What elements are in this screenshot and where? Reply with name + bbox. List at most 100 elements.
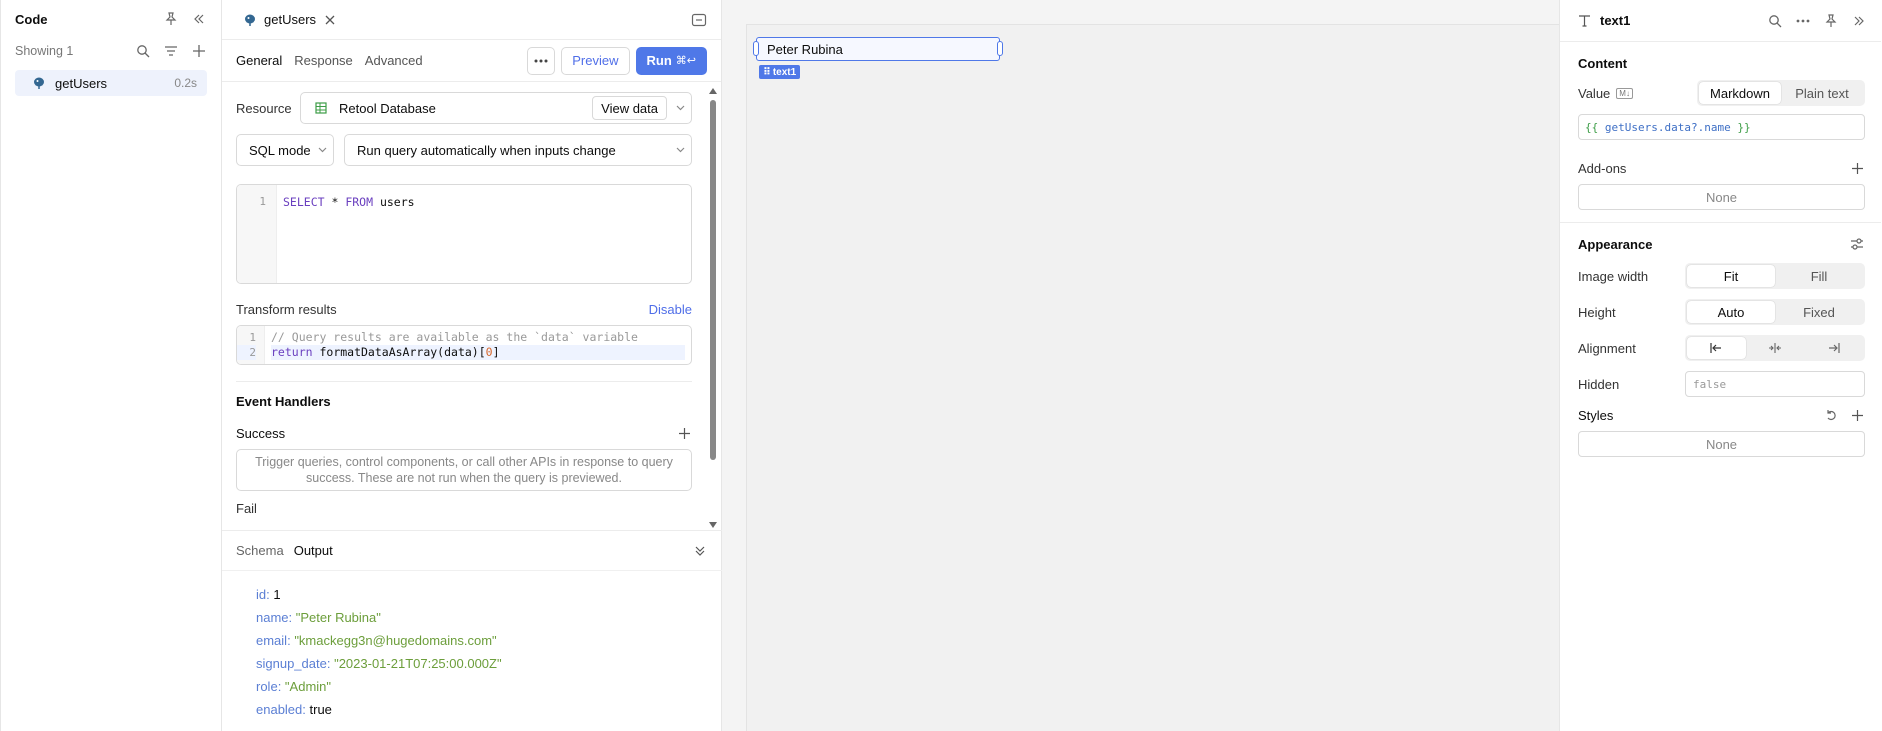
query-tab[interactable]: getUsers [236,8,344,32]
align-center-icon[interactable] [1746,337,1805,359]
component-tag[interactable]: ⠿ text1 [759,65,801,79]
more-icon[interactable] [1795,13,1811,29]
resize-handle-left[interactable] [753,41,759,56]
canvas-frame: Peter Rubina ⠿ text1 [746,24,1559,731]
tab-response[interactable]: Response [294,53,353,68]
alignment-row: Alignment [1578,335,1865,361]
alignment-label: Alignment [1578,340,1636,356]
settings-sliders-icon[interactable] [1849,236,1865,252]
add-addon-icon[interactable] [1849,160,1865,176]
table-icon [313,100,329,116]
transform-gutter: 1 2 [237,326,265,364]
scroll-down-icon[interactable] [709,522,717,528]
chevron-down-icon [317,145,327,155]
transform-editor[interactable]: 1 2 // Query results are available as th… [236,325,692,365]
minimize-icon[interactable] [691,12,707,28]
sql-editor[interactable]: 1 SELECT * FROM users [236,184,692,284]
run-button[interactable]: Run ⌘↩ [635,46,707,75]
output-value: "kmackegg3n@hugedomains.com" [294,633,497,648]
preview-button[interactable]: Preview [561,46,630,75]
scroll-up-icon[interactable] [709,88,717,94]
resource-value: Retool Database [339,100,436,116]
inspector-component-name[interactable]: text1 [1600,13,1630,28]
code-panel: Code Showing 1 getUsers 0.2s [0,0,222,731]
editor-scrollbar[interactable] [709,88,717,528]
query-tab-label: getUsers [264,12,317,27]
align-left-icon[interactable] [1687,337,1746,359]
tab-advanced[interactable]: Advanced [365,53,423,68]
value-close: }} [1730,120,1751,134]
height-label: Height [1578,304,1616,320]
query-time: 0.2s [174,76,197,90]
resource-select[interactable]: Retool Database View data [300,92,692,124]
query-list-item[interactable]: getUsers 0.2s [15,70,207,96]
more-button[interactable] [527,46,556,75]
sql-gutter: 1 [237,185,277,283]
add-icon[interactable] [191,43,207,59]
component-tag-label: text1 [772,66,797,78]
code-panel-header: Code [15,0,207,38]
search-icon[interactable] [135,43,151,59]
mode-row: SQL mode Run query automatically when in… [236,134,692,166]
collapse-left-icon[interactable] [191,11,207,27]
markdown-option[interactable]: Markdown [1699,82,1781,104]
code-panel-title: Code [15,11,48,27]
transform-comment: // Query results are available as the `d… [271,330,638,344]
plaintext-option[interactable]: Plain text [1781,82,1863,104]
addons-row: Add-ons [1578,160,1865,176]
view-data-button[interactable]: View data [592,96,667,120]
appearance-title: Appearance [1578,236,1653,252]
reset-icon[interactable] [1823,407,1839,423]
resize-handle-right[interactable] [997,41,1003,56]
inspector-panel: text1 Content Value M↓ Markdown Plain te… [1560,0,1881,731]
sql-mode-select[interactable]: SQL mode [236,134,334,166]
output-row-name: name: "Peter Rubina" [256,610,381,625]
tab-general[interactable]: General [236,53,282,68]
hidden-input[interactable]: false [1685,371,1865,397]
chevron-down-icon [675,145,685,155]
editor-body: Resource Retool Database View data SQL m… [222,82,722,530]
fill-option[interactable]: Fill [1775,265,1863,287]
query-editor: getUsers General Response Advanced Previ… [222,0,722,731]
collapse-down-icon[interactable] [692,543,708,559]
app-canvas[interactable]: Peter Rubina ⠿ text1 [722,0,1560,731]
output-value: "Admin" [284,679,331,694]
transform-return: return [271,345,313,359]
fit-option[interactable]: Fit [1687,265,1775,287]
disable-transform-link[interactable]: Disable [649,302,692,317]
close-icon[interactable] [322,12,338,28]
hidden-row: Hidden false [1578,371,1865,397]
filter-icon[interactable] [163,43,179,59]
markdown-badge-icon: M↓ [1616,87,1633,99]
height-toggle: Auto Fixed [1685,299,1865,325]
text-component[interactable]: Peter Rubina [753,37,1003,61]
output-row-id: id: 1 [256,587,281,602]
transform-line-1: 1 [249,331,256,344]
output-value: "Peter Rubina" [295,610,381,625]
output-key: email [256,633,288,648]
trigger-select[interactable]: Run query automatically when inputs chan… [344,134,692,166]
styles-none[interactable]: None [1578,431,1865,457]
content-title: Content [1578,55,1628,71]
pin-icon[interactable] [1823,13,1839,29]
sql-mode-value: SQL mode [249,142,311,158]
addons-none[interactable]: None [1578,184,1865,210]
failure-label: Fail [236,501,257,516]
pin-icon[interactable] [163,11,179,27]
tab-schema[interactable]: Schema [236,543,284,558]
align-right-icon[interactable] [1804,337,1863,359]
add-style-icon[interactable] [1849,407,1865,423]
value-input[interactable]: {{ getUsers.data?.name }} [1578,114,1865,140]
success-handler-box[interactable]: Trigger queries, control components, or … [236,449,692,491]
search-icon[interactable] [1767,13,1783,29]
inspector-header: text1 [1560,0,1881,42]
tab-output[interactable]: Output [294,543,333,558]
auto-option[interactable]: Auto [1687,301,1775,323]
add-success-handler-icon[interactable] [676,425,692,441]
editor-subtabs: General Response Advanced Preview Run ⌘↩ [222,40,721,82]
showing-row: Showing 1 [15,38,207,64]
scroll-thumb[interactable] [710,100,716,460]
collapse-right-icon[interactable] [1851,13,1867,29]
fixed-option[interactable]: Fixed [1775,301,1863,323]
sql-line-number: 1 [259,195,266,208]
